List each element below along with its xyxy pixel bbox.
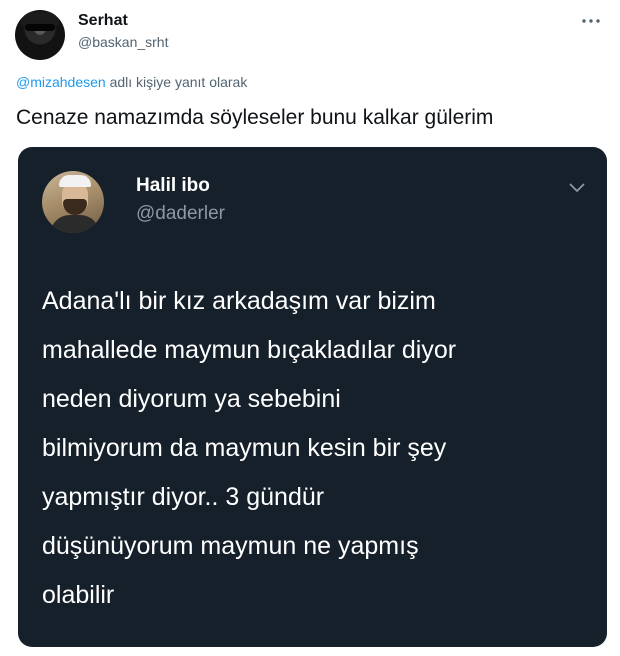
- reply-context-label: adlı kişiye yanıt olarak: [105, 74, 248, 90]
- embedded-author-handle: @daderler: [136, 203, 225, 224]
- more-dots-icon[interactable]: [580, 14, 602, 28]
- author-name[interactable]: Serhat: [78, 12, 128, 30]
- embedded-text-line: neden diyorum ya sebebini: [42, 385, 341, 413]
- chevron-down-icon: [569, 183, 585, 192]
- embedded-text-line: bilmiyorum da maymun kesin bir şey: [42, 434, 447, 462]
- embedded-avatar: [42, 171, 104, 233]
- author-handle[interactable]: @baskan_srht: [78, 34, 168, 50]
- avatar-sunglasses-shape: [25, 24, 55, 31]
- avatar-cap-shape: [59, 175, 91, 187]
- avatar-body-shape: [50, 215, 100, 233]
- embedded-tweet-image[interactable]: Halil ibo @daderler Adana'lı bir kız ark…: [18, 147, 607, 647]
- embedded-text-line: mahallede maymun bıçakladılar diyor: [42, 336, 457, 364]
- embedded-tweet-text: Adana'lı bir kız arkadaşım var bizim mah…: [42, 277, 592, 620]
- embedded-text-line: Adana'lı bir kız arkadaşım var bizim: [42, 287, 436, 315]
- embedded-text-line: olabilir: [42, 581, 115, 609]
- avatar[interactable]: [15, 10, 65, 60]
- embedded-author-name: Halil ibo: [136, 175, 210, 196]
- reply-context: @mizahdesen adlı kişiye yanıt olarak: [16, 74, 247, 90]
- tweet-text: Cenaze namazımda söyleseler bunu kalkar …: [16, 106, 494, 129]
- embedded-text-line: yapmıştır diyor.. 3 gündür: [42, 483, 325, 511]
- avatar-beard-shape: [63, 199, 87, 215]
- reply-mention-link[interactable]: @mizahdesen: [16, 74, 106, 90]
- embedded-text-line: düşünüyorum maymun ne yapmış: [42, 532, 419, 560]
- tweet-header: Serhat @baskan_srht: [12, 8, 608, 60]
